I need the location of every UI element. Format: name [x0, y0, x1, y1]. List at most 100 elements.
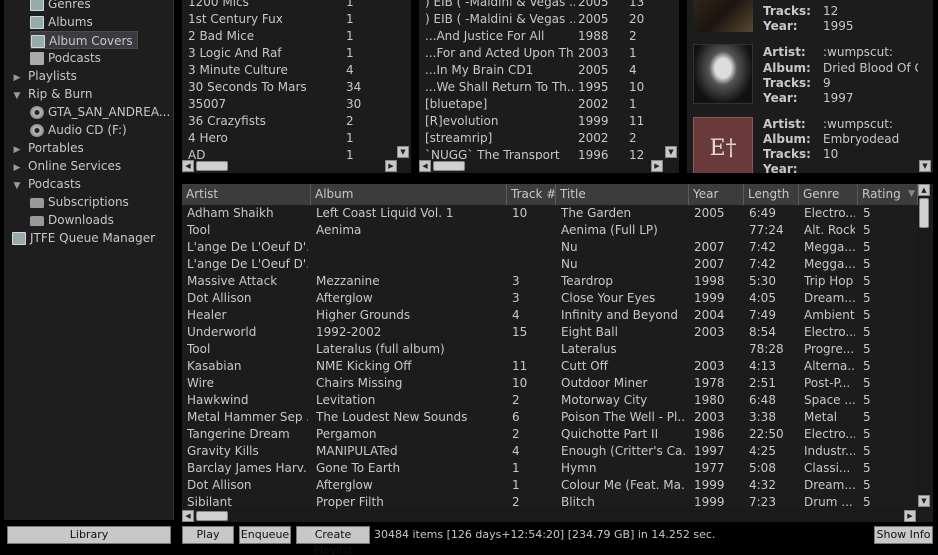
track-row[interactable]: Wire Chairs Missing 10 Outdoor Miner 1978 2:5… — [182, 375, 918, 392]
track-row[interactable]: Metal Hammer Sep ... The Loudest New Soun… — [182, 409, 918, 426]
play-button[interactable]: Play — [182, 526, 234, 544]
sidebar-item[interactable]: ▶ Online Services — [12, 157, 122, 175]
album-row[interactable]: `NUGG` The Transport 1996 12 — [419, 147, 665, 160]
column-header-album[interactable]: Album — [311, 184, 507, 205]
column-header-genre[interactable]: Genre — [799, 184, 858, 205]
artist-row[interactable]: 30 Seconds To Mars 34 — [182, 79, 397, 96]
scroll-left-icon[interactable]: ◀ — [182, 160, 194, 172]
album-row[interactable]: [R]evolution 1999 11 — [419, 113, 665, 130]
track-cell-track: 10 — [512, 376, 528, 390]
artists-hscroll-thumb[interactable] — [196, 161, 228, 171]
album-row[interactable]: ...And Justice For All 1988 2 — [419, 28, 665, 45]
track-row[interactable]: Sibilant Proper Filth 2 Blitch 1999 7:23 Drum … — [182, 494, 918, 510]
column-header-length[interactable]: Length — [744, 184, 799, 205]
album-row[interactable]: ) EIB ( -Maldini & Vegas ... 2005 20 — [419, 11, 665, 28]
show-info-button[interactable]: Show Info — [874, 526, 933, 544]
album-row[interactable]: [streamrip] 2002 2 — [419, 130, 665, 147]
track-row[interactable]: Massive Attack Mezzanine 3 Teardrop 1998 5:30… — [182, 273, 918, 290]
track-vscroll-thumb[interactable] — [919, 198, 929, 228]
artist-row[interactable]: 3 Minute Culture 4 — [182, 62, 397, 79]
artist-row[interactable]: 35007 30 — [182, 96, 397, 113]
album-cover-image[interactable] — [693, 0, 753, 32]
albums-hscroll-thumb[interactable] — [433, 161, 465, 171]
sidebar-item[interactable]: Downloads — [30, 211, 114, 229]
album-cover-image[interactable]: E† — [693, 117, 753, 173]
scroll-right-icon[interactable]: ▶ — [385, 160, 397, 172]
track-hscrollbar[interactable]: ◀ ▶ — [182, 510, 918, 522]
track-row[interactable]: Adham Shaikh Left Coast Liquid Vol. 1 10 Th… — [182, 205, 918, 222]
sidebar-item[interactable]: Genres — [30, 0, 91, 13]
track-vscrollbar[interactable]: ▲ ▼ — [918, 184, 930, 510]
create-playlist-button[interactable]: Create Playlist — [296, 526, 370, 555]
track-row[interactable]: Hawkwind Levitation 2 Motorway City 1980 6:48… — [182, 392, 918, 409]
track-row[interactable]: Healer Higher Grounds 4 Infinity and Beyond… — [182, 307, 918, 324]
track-row[interactable]: Barclay James Harv... Gone To Earth 1 Hymn 1… — [182, 460, 918, 477]
artist-row[interactable]: 4 Hero 1 — [182, 130, 397, 147]
sidebar-item[interactable]: GTA_SAN_ANDREA... — [30, 103, 170, 121]
library-button[interactable]: Library — [7, 526, 171, 544]
track-cell-title: Teardrop — [561, 274, 613, 288]
sidebar-item[interactable]: Podcasts — [30, 49, 101, 67]
track-row[interactable]: L'ange De L'Oeuf D'... Nu 2007 7:42 Megga...… — [182, 256, 918, 273]
album-cover-image[interactable] — [693, 44, 753, 104]
column-header-year[interactable]: Year — [689, 184, 744, 205]
artists-scroll-down[interactable]: ▼ — [397, 146, 409, 158]
sidebar-item[interactable]: ▶ Playlists — [12, 67, 77, 85]
scroll-right-icon[interactable]: ▶ — [904, 510, 916, 522]
sidebar-item[interactable]: ▶ Portables — [12, 139, 84, 157]
column-header-track[interactable]: Track # — [507, 184, 556, 205]
sidebar-item[interactable]: ▼ Podcasts — [12, 175, 81, 193]
scroll-left-icon[interactable]: ◀ — [182, 510, 194, 522]
track-cell-artist: Adham Shaikh — [187, 206, 274, 220]
track-row[interactable]: Underworld 1992-2002 15 Eight Ball 2003 8:54 E… — [182, 324, 918, 341]
expand-arrow-icon[interactable]: ▼ — [12, 87, 22, 105]
sidebar-item[interactable]: Subscriptions — [30, 193, 129, 211]
albums-scroll-down[interactable]: ▼ — [665, 146, 677, 158]
covers-scroll-down[interactable]: ▼ — [919, 160, 931, 172]
album-track-count: 12 — [629, 148, 645, 160]
track-row[interactable]: Dot Allison Afterglow 3 Close Your Eyes 1999… — [182, 290, 918, 307]
albums-hscrollbar[interactable]: ◀ ▶ — [419, 160, 679, 172]
enqueue-button[interactable]: Enqueue — [239, 526, 291, 544]
sidebar-item[interactable]: Albums — [30, 13, 93, 31]
album-row[interactable]: [bluetape] 2002 1 — [419, 96, 665, 113]
album-row[interactable]: ) EIB ( -Maldini & Vegas ... 2005 13 — [419, 0, 665, 11]
track-row[interactable]: Kasabian NME Kicking Off 11 Cutt Off 2003 4:1… — [182, 358, 918, 375]
artists-hscrollbar[interactable]: ◀ ▶ — [182, 160, 411, 172]
scroll-right-icon[interactable]: ▶ — [651, 160, 663, 172]
album-row[interactable]: ...We Shall Return To Th... 1995 10 — [419, 79, 665, 96]
artist-row[interactable]: 3 Logic And Raf 1 — [182, 45, 397, 62]
artist-row[interactable]: 36 Crazyfists 2 — [182, 113, 397, 130]
track-row[interactable]: Tool Aenima Aenima (Full LP) 77:24 Alt. Rock… — [182, 222, 918, 239]
artist-row[interactable]: AD 1 — [182, 147, 397, 160]
track-row[interactable]: L'ange De L'Oeuf D'... Nu 2007 7:42 Megga...… — [182, 239, 918, 256]
artist-row[interactable]: 1200 Mics 1 — [182, 0, 397, 11]
track-cell-album: Left Coast Liquid Vol. 1 — [316, 206, 454, 220]
artist-row[interactable]: 1st Century Fux 1 — [182, 11, 397, 28]
scroll-left-icon[interactable]: ◀ — [419, 160, 431, 172]
artist-row[interactable]: 2 Bad Mice 1 — [182, 28, 397, 45]
scroll-up-icon[interactable]: ▲ — [918, 184, 930, 196]
sidebar-item[interactable]: ▼ Rip & Burn — [12, 85, 93, 105]
sidebar-item-label: Audio CD (F:) — [48, 123, 127, 137]
expand-arrow-icon[interactable]: ▼ — [12, 177, 22, 195]
album-row[interactable]: ...In My Brain CD1 2005 4 — [419, 62, 665, 79]
track-cell-rating: 5 — [863, 223, 871, 237]
track-row[interactable]: Dot Allison Afterglow 1 Colour Me (Feat. Ma… — [182, 477, 918, 494]
track-row[interactable]: Tool Lateralus (full album) Lateralus 78:28… — [182, 341, 918, 358]
track-row[interactable]: Tangerine Dream Pergamon 2 Quichotte Part I… — [182, 426, 918, 443]
track-row[interactable]: Gravity Kills MANIPULATed 4 Enough (Critter… — [182, 443, 918, 460]
track-cell-rating: 5 — [863, 427, 871, 441]
track-hscroll-thumb[interactable] — [196, 511, 228, 521]
sidebar-item-label: Podcasts — [28, 177, 81, 191]
sidebar-item[interactable]: Audio CD (F:) — [30, 121, 127, 139]
track-cell-track: 1 — [512, 461, 520, 475]
column-header-artist[interactable]: Artist — [182, 184, 311, 205]
scroll-down-icon[interactable]: ▼ — [918, 495, 930, 507]
album-row[interactable]: ...For and Acted Upon Th... 2003 1 — [419, 45, 665, 62]
column-header-title[interactable]: Title — [556, 184, 689, 205]
sidebar-item[interactable]: JTFE Queue Manager — [12, 229, 155, 247]
column-header-rating[interactable]: Rating ▼ — [858, 184, 918, 205]
cover-lettering: E† — [709, 136, 737, 161]
sidebar-item[interactable]: Album Covers — [30, 31, 138, 49]
